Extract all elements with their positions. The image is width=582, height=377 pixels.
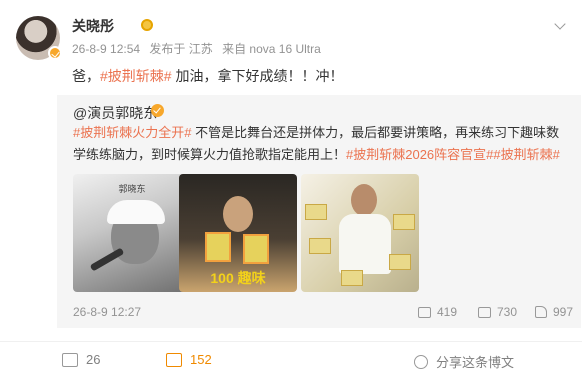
post-text-prefix: 爸， xyxy=(72,68,100,84)
photo-card xyxy=(205,232,231,262)
photo-card xyxy=(243,234,269,264)
reposted-text: #披荆斩棘火力全开# 不管是比舞台还是拼体力，最后都要讲策略，再来练习下趣味数学… xyxy=(73,122,567,166)
post-text: 爸，#披荆斩棘# 加油，拿下好成绩！！冲！ xyxy=(72,66,343,86)
like-count: 997 xyxy=(553,305,574,319)
reposted-footer: 26-8-9 12:27 419 730 997 xyxy=(73,305,573,321)
post-image-1[interactable]: 郭晓东 xyxy=(73,174,191,292)
author-name[interactable]: 关晓彤 xyxy=(72,16,114,36)
reposted-like-count[interactable]: 997 xyxy=(535,305,573,319)
medal-icon[interactable] xyxy=(141,19,153,31)
photo-figure xyxy=(351,184,377,216)
photo-pile xyxy=(309,238,331,254)
reposted-repost-count[interactable]: 419 xyxy=(418,305,457,319)
image-caption: 郭晓东 xyxy=(118,184,146,194)
hashtag-link[interactable]: #披荆斩棘# xyxy=(493,147,559,162)
post-header: 关晓彤 26-8-9 12:54 发布于 江苏 来自 nova 16 Ultra xyxy=(16,14,576,62)
repost-button[interactable]: 26 xyxy=(62,352,100,367)
repost-icon xyxy=(418,306,431,318)
post-image-2[interactable]: 100 趣味 xyxy=(179,174,297,292)
reposted-comment-count[interactable]: 730 xyxy=(478,305,517,319)
post-meta: 26-8-9 12:54 发布于 江苏 来自 nova 16 Ultra xyxy=(72,40,327,57)
post-text-suffix: 加油，拿下好成绩！！冲！ xyxy=(171,68,344,84)
photo-pile xyxy=(341,270,363,286)
like-icon xyxy=(535,306,547,318)
post-image-3[interactable] xyxy=(301,174,419,292)
photo-figure xyxy=(223,196,253,232)
repost-count: 26 xyxy=(86,352,101,367)
comment-button[interactable]: 152 xyxy=(166,352,212,367)
repost-icon xyxy=(62,352,78,367)
verified-badge-icon xyxy=(48,46,62,60)
comment-icon xyxy=(166,352,182,367)
photo-cap xyxy=(107,200,165,224)
share-label: 分享这条博文 xyxy=(436,355,515,370)
post-device: 来自 nova 16 Ultra xyxy=(222,42,321,56)
reposted-time[interactable]: 26-8-9 12:27 xyxy=(73,305,141,319)
reposted-author[interactable]: @演员郭晓东 xyxy=(73,103,157,123)
repost-count: 419 xyxy=(437,305,458,319)
photo-pile xyxy=(389,254,411,270)
post-footer: 26 152 分享这条博文 xyxy=(0,341,582,377)
post-location: 发布于 江苏 xyxy=(149,42,213,56)
share-button[interactable]: 分享这条博文 xyxy=(414,352,514,371)
comment-count: 152 xyxy=(190,352,212,367)
photo-pile xyxy=(305,204,327,220)
reposted-card[interactable]: @演员郭晓东 #披荆斩棘火力全开# 不管是比舞台还是拼体力，最后都要讲策略，再来… xyxy=(57,95,581,328)
photo-mic xyxy=(89,247,125,272)
photo-pile xyxy=(393,214,415,230)
hashtag-link[interactable]: #披荆斩棘火力全开# xyxy=(73,125,191,140)
verified-badge-icon xyxy=(151,104,164,117)
more-chevron-icon[interactable] xyxy=(554,20,568,28)
hashtag-link[interactable]: #披荆斩棘2026阵容官宣# xyxy=(346,147,493,162)
comment-count: 730 xyxy=(497,305,518,319)
image-caption: 100 趣味 xyxy=(210,270,266,286)
share-icon xyxy=(414,354,428,369)
photo-shirt xyxy=(339,214,391,274)
post-time[interactable]: 26-8-9 12:54 xyxy=(72,42,140,56)
comment-icon xyxy=(478,306,491,318)
hashtag-link[interactable]: #披荆斩棘# xyxy=(100,68,172,84)
